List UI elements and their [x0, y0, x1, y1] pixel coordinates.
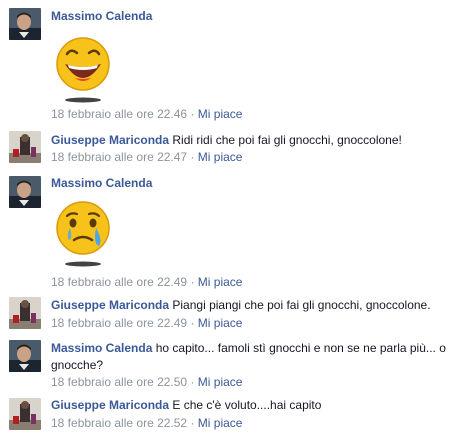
comment-text: Piangi piangi che poi fai gli gnocchi, g…: [172, 298, 431, 312]
comment-author[interactable]: Massimo Calenda: [51, 341, 152, 355]
comment-author[interactable]: Giuseppe Mariconda: [51, 398, 169, 412]
avatar-giuseppe[interactable]: [9, 131, 41, 163]
comment: Massimo Calenda 18 febbraio alle ore 22.…: [0, 170, 470, 292]
comment-timestamp[interactable]: 18 febbraio alle ore 22.47: [51, 150, 187, 164]
comment: Giuseppe Mariconda Piangi piangi che poi…: [0, 293, 470, 333]
like-button[interactable]: Mi piace: [198, 375, 243, 389]
avatar-massimo[interactable]: [9, 176, 41, 208]
comment: Giuseppe Mariconda Ridi ridi che poi fai…: [0, 128, 470, 170]
like-button[interactable]: Mi piace: [198, 107, 243, 121]
avatar-massimo[interactable]: [9, 340, 41, 372]
laughing-face-sticker: [51, 34, 115, 107]
separator-dot: ·: [187, 275, 198, 289]
comment-author[interactable]: Massimo Calenda: [51, 9, 152, 23]
comment-author[interactable]: Giuseppe Mariconda: [51, 298, 169, 312]
comment-timestamp[interactable]: 18 febbraio alle ore 22.49: [51, 316, 187, 330]
comment-timestamp[interactable]: 18 febbraio alle ore 22.46: [51, 107, 187, 121]
separator-dot: ·: [187, 416, 198, 430]
comment-author[interactable]: Giuseppe Mariconda: [51, 133, 169, 147]
separator-dot: ·: [187, 107, 198, 121]
comment-text: E che c'è voluto....hai capito: [172, 398, 322, 412]
like-button[interactable]: Mi piace: [198, 316, 243, 330]
comment-text: Ridi ridi che poi fai gli gnocchi, gnocc…: [172, 133, 402, 147]
separator-dot: ·: [187, 316, 198, 330]
crying-face-sticker: [51, 198, 115, 271]
comment: Massimo Calenda 18 febbraio alle ore 22.…: [0, 0, 470, 122]
comment-author[interactable]: Massimo Calenda: [51, 176, 152, 190]
like-button[interactable]: Mi piace: [198, 416, 243, 430]
avatar-giuseppe[interactable]: [9, 398, 41, 430]
comment-timestamp[interactable]: 18 febbraio alle ore 22.49: [51, 275, 187, 289]
comment: Massimo Calenda ho capito... famoli stì …: [0, 335, 470, 393]
like-button[interactable]: Mi piace: [198, 275, 243, 289]
avatar-giuseppe[interactable]: [9, 297, 41, 329]
separator-dot: ·: [187, 150, 198, 164]
comment-timestamp[interactable]: 18 febbraio alle ore 22.50: [51, 375, 187, 389]
separator-dot: ·: [187, 375, 198, 389]
comment: Giuseppe Mariconda E che c'è voluto....h…: [0, 393, 470, 434]
like-button[interactable]: Mi piace: [198, 150, 243, 164]
avatar-massimo[interactable]: [9, 8, 41, 40]
comment-timestamp[interactable]: 18 febbraio alle ore 22.52: [51, 416, 187, 430]
